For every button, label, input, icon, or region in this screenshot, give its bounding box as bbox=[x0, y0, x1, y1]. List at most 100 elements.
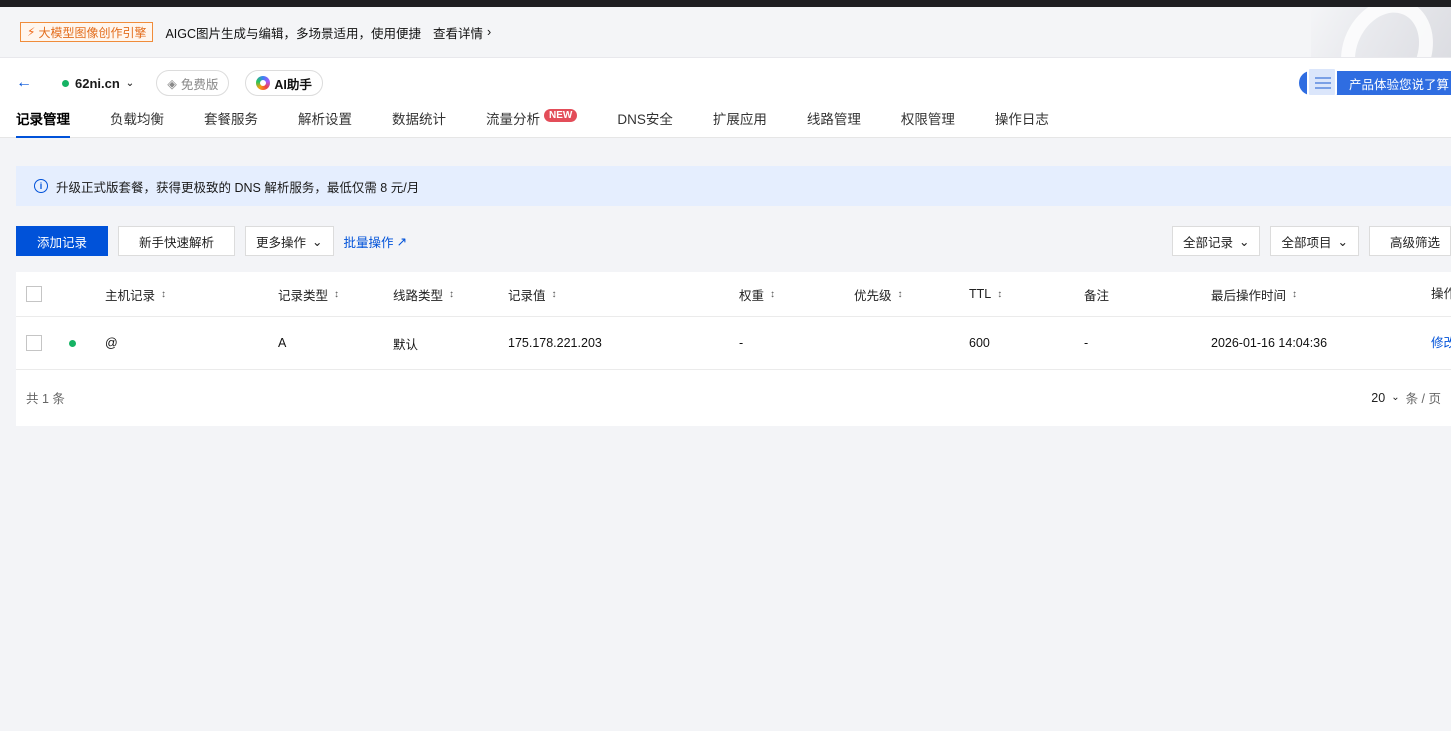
chevron-down-icon: ⌄ bbox=[1337, 234, 1348, 249]
tab-settings[interactable]: 解析设置 bbox=[298, 108, 352, 138]
cell-value: 175.178.221.203 bbox=[508, 336, 602, 350]
total-count: 共 1 条 bbox=[26, 392, 65, 406]
promo-badge-label: 大模型图像创作引擎 bbox=[38, 25, 147, 40]
cell-ttl: 600 bbox=[969, 336, 990, 350]
tab-label: 操作日志 bbox=[994, 112, 1049, 127]
quick-setup-button[interactable]: 新手快速解析 bbox=[118, 226, 236, 256]
all-records-dropdown[interactable]: 全部记录 ⌄ bbox=[1171, 226, 1261, 256]
header-label: TTL bbox=[969, 287, 992, 301]
upgrade-notice: i 升级正式版套餐，获得更极致的 DNS 解析服务，最低仅需 8 元/月 bbox=[16, 166, 1451, 206]
lightning-icon: ⚡ bbox=[27, 25, 36, 39]
header-ttl[interactable]: TTL ↕ bbox=[969, 272, 1002, 316]
all-items-dropdown[interactable]: 全部项目 ⌄ bbox=[1270, 226, 1359, 256]
toolbar: 添加记录 新手快速解析 更多操作 ⌄ 批量操作 ↗ 全部记录 ⌄ 全部项目 ⌄ 高级筛选 bbox=[16, 226, 1451, 256]
edit-record-link[interactable]: 修改 bbox=[1431, 317, 1451, 369]
header-host[interactable]: 主机记录 ↕ bbox=[105, 272, 166, 316]
button-label: 更多操作 bbox=[256, 235, 307, 250]
cell-time: 2026-01-16 14:04:36 bbox=[1211, 336, 1328, 350]
tab-stats[interactable]: 数据统计 bbox=[392, 108, 446, 138]
button-label: 高级筛选 bbox=[1389, 235, 1440, 250]
link-label: 批量操作 bbox=[343, 235, 394, 250]
sort-icon: ↕ bbox=[334, 288, 340, 300]
status-dot-icon bbox=[62, 79, 69, 87]
records-table: 主机记录 ↕ 记录类型 ↕ 线路类型 ↕ 记录值 ↕ 权重 ↕ 优先级 ↕ TTL ↕ 备注 … bbox=[16, 272, 1451, 426]
select-all-cell bbox=[26, 272, 42, 316]
link-label: 修改 bbox=[1431, 336, 1451, 350]
cell-host: @ bbox=[105, 336, 118, 350]
tab-load-balance[interactable]: 负载均衡 bbox=[110, 108, 164, 138]
page-size-value: 20 bbox=[1371, 390, 1386, 405]
sort-icon: ↕ bbox=[1292, 288, 1298, 300]
add-record-button[interactable]: 添加记录 bbox=[16, 226, 109, 256]
sort-icon: ↕ bbox=[161, 288, 167, 300]
sort-icon: ↕ bbox=[770, 288, 776, 300]
sort-icon: ↕ bbox=[449, 288, 455, 300]
page-size-selector[interactable]: 20 ⌄ 条 / 页 bbox=[1371, 370, 1441, 425]
header-label: 最后操作时间 bbox=[1211, 288, 1287, 303]
button-label: 添加记录 bbox=[37, 235, 88, 250]
chevron-down-icon: ⌄ bbox=[1391, 392, 1400, 403]
table-row: @ A 默认 175.178.221.203 - 600 - 2026-01-1… bbox=[16, 317, 1451, 370]
tab-extensions[interactable]: 扩展应用 bbox=[713, 108, 767, 138]
tab-bar: 记录管理 负载均衡 套餐服务 解析设置 数据统计 流量分析 NEW DNS安全 扩… bbox=[0, 108, 1451, 138]
header-priority[interactable]: 优先级 ↕ bbox=[854, 272, 903, 316]
more-actions-dropdown[interactable]: 更多操作 ⌄ bbox=[245, 226, 334, 256]
header-label: 优先级 bbox=[854, 288, 892, 303]
header-line[interactable]: 线路类型 ↕ bbox=[393, 272, 454, 316]
cell-remark: - bbox=[1084, 336, 1089, 350]
page-size-unit: 条 / 页 bbox=[1405, 392, 1441, 406]
external-link-icon: ↗ bbox=[396, 234, 408, 249]
feedback-button[interactable]: 产品体验您说了算 bbox=[1299, 67, 1451, 97]
tab-records[interactable]: 记录管理 bbox=[16, 108, 70, 138]
sort-icon: ↕ bbox=[997, 288, 1003, 300]
tab-logs[interactable]: 操作日志 bbox=[995, 108, 1049, 138]
ai-assistant-label: AI助手 bbox=[274, 77, 312, 92]
header-time[interactable]: 最后操作时间 ↕ bbox=[1211, 272, 1297, 316]
feedback-doc-icon bbox=[1307, 67, 1337, 97]
chevron-down-icon: ⌄ bbox=[125, 77, 135, 89]
tab-lines[interactable]: 线路管理 bbox=[807, 108, 861, 138]
back-arrow-icon[interactable]: ← bbox=[16, 74, 40, 92]
header-remark: 备注 bbox=[1084, 272, 1109, 316]
header-weight[interactable]: 权重 ↕ bbox=[739, 272, 775, 316]
row-checkbox[interactable] bbox=[26, 335, 42, 351]
tab-label: 线路管理 bbox=[806, 112, 861, 127]
diamond-icon: ◈ bbox=[167, 76, 177, 91]
tab-label: 权限管理 bbox=[900, 112, 955, 127]
header-type[interactable]: 记录类型 ↕ bbox=[278, 272, 339, 316]
row-status bbox=[69, 317, 76, 369]
tab-dns-security[interactable]: DNS安全 bbox=[617, 108, 673, 138]
header-label: 线路类型 bbox=[393, 288, 444, 303]
select-all-checkbox[interactable] bbox=[26, 286, 42, 302]
tab-permissions[interactable]: 权限管理 bbox=[901, 108, 955, 138]
top-strip bbox=[0, 0, 1451, 7]
header-label: 记录类型 bbox=[278, 288, 329, 303]
batch-actions-link[interactable]: 批量操作 ↗ bbox=[344, 232, 408, 251]
button-label: 全部记录 bbox=[1182, 235, 1233, 250]
chevron-down-icon: ⌄ bbox=[312, 234, 323, 249]
feedback-label: 产品体验您说了算 bbox=[1348, 77, 1449, 92]
ai-assistant-button[interactable]: AI助手 bbox=[245, 70, 323, 96]
cell-line: 默认 bbox=[393, 337, 419, 352]
tab-label: 解析设置 bbox=[298, 112, 352, 127]
sort-icon: ↕ bbox=[897, 288, 903, 300]
promo-text: AIGC图片生成与编辑，多场景适用，使用便捷 bbox=[165, 26, 422, 41]
ai-logo-icon bbox=[256, 76, 271, 90]
header-value[interactable]: 记录值 ↕ bbox=[508, 272, 557, 316]
tab-plan[interactable]: 套餐服务 bbox=[204, 108, 258, 138]
domain-selector[interactable]: 62ni.cn ⌄ bbox=[62, 76, 134, 91]
chevron-down-icon: ⌄ bbox=[1239, 234, 1250, 249]
cell-weight: - bbox=[739, 336, 744, 350]
button-label: 新手快速解析 bbox=[139, 235, 215, 250]
tab-traffic[interactable]: 流量分析 NEW bbox=[486, 108, 578, 138]
advanced-filter-button[interactable]: 高级筛选 bbox=[1368, 226, 1451, 256]
status-dot-icon bbox=[69, 339, 76, 347]
promo-badge[interactable]: ⚡ 大模型图像创作引擎 bbox=[20, 22, 154, 42]
plan-badge[interactable]: ◈ 免费版 bbox=[156, 70, 230, 96]
table-footer: 共 1 条 20 ⌄ 条 / 页 bbox=[16, 370, 1451, 425]
promo-details-link[interactable]: 查看详情 › bbox=[433, 23, 491, 42]
page-header: ← 62ni.cn ⌄ ◈ 免费版 AI助手 产品体验您说了算 记录管理 负载均… bbox=[0, 58, 1451, 138]
row-select-cell bbox=[26, 317, 42, 369]
tab-label: 记录管理 bbox=[16, 112, 70, 127]
info-icon: i bbox=[34, 179, 48, 193]
